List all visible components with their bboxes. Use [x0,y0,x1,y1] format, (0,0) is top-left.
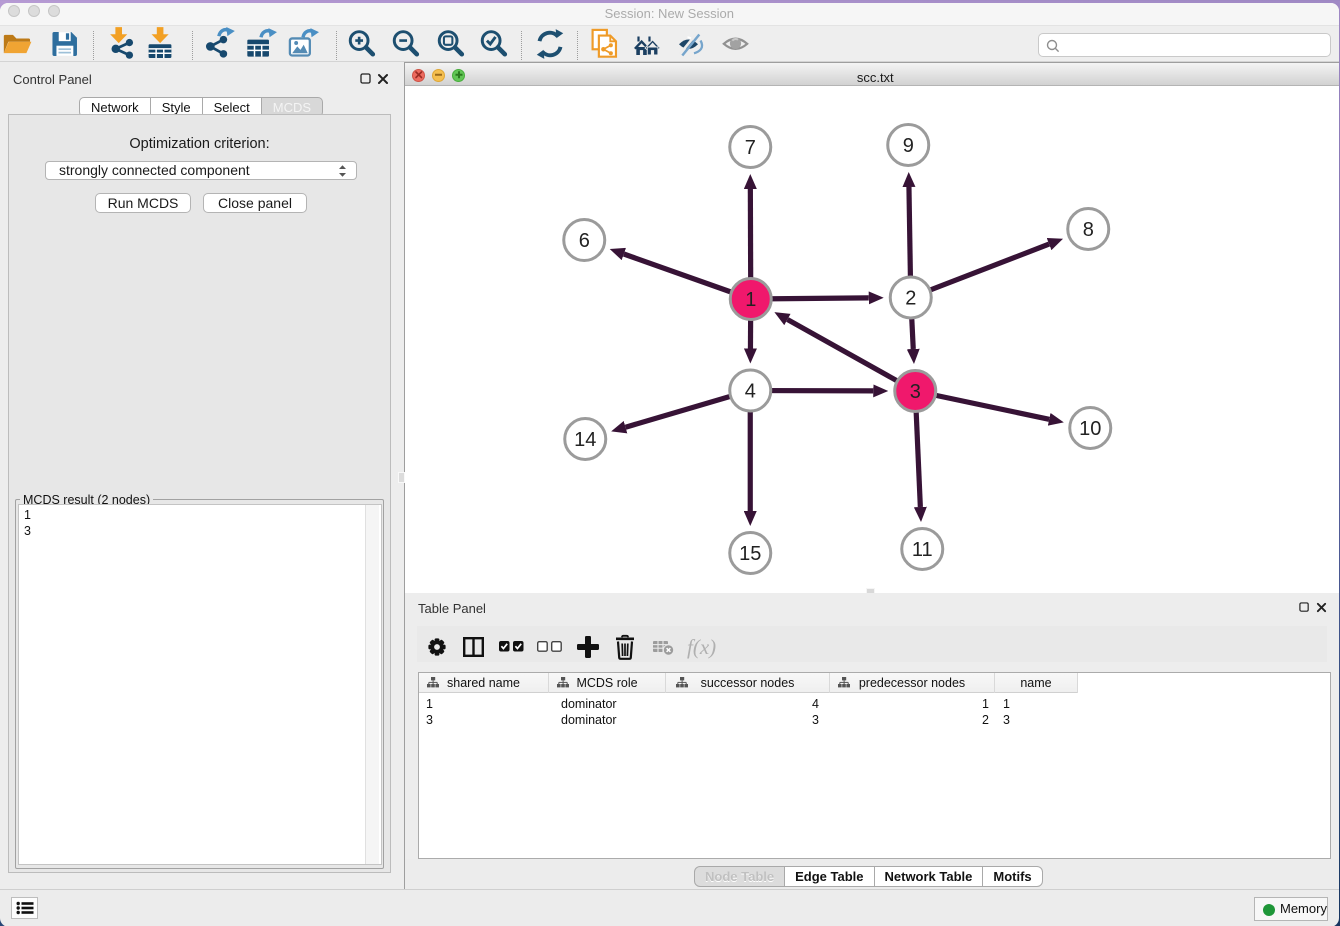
svg-text:14: 14 [574,429,596,451]
svg-text:15: 15 [739,543,761,565]
svg-text:9: 9 [903,135,914,157]
svg-text:11: 11 [912,539,933,561]
svg-text:3: 3 [910,381,921,403]
svg-text:7: 7 [745,137,756,159]
svg-text:10: 10 [1079,418,1101,440]
svg-text:1: 1 [745,289,756,311]
svg-text:6: 6 [579,230,590,252]
svg-text:4: 4 [745,381,756,403]
svg-text:f(x): f(x) [687,635,716,659]
svg-text:8: 8 [1083,219,1094,241]
svg-text:2: 2 [905,288,916,310]
